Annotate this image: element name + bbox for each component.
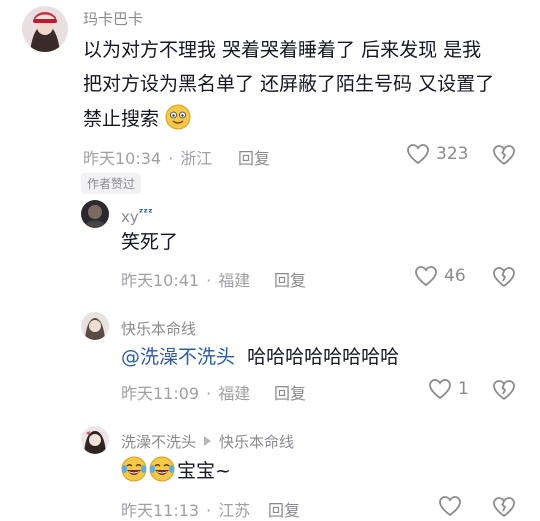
heart-icon bbox=[439, 496, 461, 517]
comment-text-body: 宝宝~ bbox=[177, 460, 231, 482]
timestamp: 昨天10:41 bbox=[121, 271, 200, 290]
timestamp: 昨天10:34 bbox=[83, 149, 162, 168]
meta-dot: · bbox=[168, 149, 174, 168]
like-button[interactable]: 46 bbox=[414, 265, 466, 287]
comment-text-line-3: 禁止搜索 bbox=[83, 104, 523, 133]
sweat-smile-emoji-icon bbox=[165, 104, 191, 130]
location: 福建 bbox=[218, 271, 251, 290]
dislike-broken-heart-icon[interactable] bbox=[492, 378, 516, 402]
like-button[interactable]: 323 bbox=[406, 143, 468, 165]
avatar[interactable] bbox=[81, 312, 109, 340]
heart-icon bbox=[415, 266, 437, 287]
comment-meta: 昨天11:13 · 江苏 bbox=[121, 497, 250, 521]
comment-text-body: 哈哈哈哈哈哈哈哈 bbox=[247, 346, 400, 368]
comment-meta: 昨天10:34 · 浙江 bbox=[83, 145, 212, 169]
like-count: 46 bbox=[444, 266, 466, 286]
heart-icon bbox=[407, 144, 429, 165]
timestamp: 昨天11:09 bbox=[121, 384, 200, 403]
location: 江苏 bbox=[218, 501, 251, 520]
comment-meta: 昨天11:09 · 福建 bbox=[121, 380, 250, 404]
dislike-broken-heart-icon[interactable] bbox=[492, 143, 516, 167]
comment-text: 笑死了 bbox=[121, 231, 179, 253]
like-count: 323 bbox=[436, 144, 469, 164]
dislike-broken-heart-icon[interactable] bbox=[492, 495, 516, 519]
avatar[interactable] bbox=[81, 426, 109, 454]
comment-meta: 昨天10:41 · 福建 bbox=[121, 267, 250, 291]
comment-text-line: 禁止搜索 bbox=[83, 108, 160, 130]
meta-dot: · bbox=[206, 501, 212, 520]
location: 福建 bbox=[218, 384, 251, 403]
reply-to-username[interactable]: 快乐本命线 bbox=[219, 433, 294, 451]
username[interactable]: 玛卡巴卡 bbox=[83, 8, 143, 29]
comment-text: 宝宝~ bbox=[121, 456, 231, 485]
username[interactable]: xyᶻᶻᶻ bbox=[121, 206, 153, 226]
heart-icon bbox=[429, 379, 451, 400]
comment-text-line: 把对方设为黑名单了 还屏蔽了陌生号码 又设置了 bbox=[83, 73, 495, 95]
dislike-broken-heart-icon[interactable] bbox=[492, 265, 516, 289]
avatar[interactable] bbox=[22, 6, 68, 52]
reply-arrow-icon bbox=[204, 436, 212, 446]
reply-button[interactable]: 回复 bbox=[268, 497, 300, 521]
comment-text-line: 以为对方不理我 哭着哭着睡着了 后来发现 是我 bbox=[83, 39, 482, 61]
username[interactable]: 洗澡不洗头 快乐本命线 bbox=[121, 431, 294, 452]
reply-button[interactable]: 回复 bbox=[274, 380, 306, 404]
username-text: xy bbox=[121, 208, 139, 226]
comment-text: @洗澡不洗头 哈哈哈哈哈哈哈哈 bbox=[121, 343, 399, 371]
reply-button[interactable]: 回复 bbox=[238, 145, 270, 169]
timestamp: 昨天11:13 bbox=[121, 501, 200, 520]
author-liked-badge: 作者赞过 bbox=[81, 173, 142, 194]
location: 浙江 bbox=[180, 149, 213, 168]
like-button[interactable] bbox=[438, 495, 462, 517]
reply-button[interactable]: 回复 bbox=[274, 267, 306, 291]
like-count: 1 bbox=[458, 379, 469, 399]
meta-dot: · bbox=[206, 384, 212, 403]
tears-of-joy-emoji-icon bbox=[149, 456, 175, 482]
sleep-zzz-icon: ᶻᶻᶻ bbox=[138, 206, 153, 219]
like-button[interactable]: 1 bbox=[428, 378, 469, 400]
meta-dot: · bbox=[206, 271, 212, 290]
username[interactable]: 快乐本命线 bbox=[121, 318, 196, 339]
username-text: 洗澡不洗头 bbox=[121, 433, 197, 451]
avatar[interactable] bbox=[81, 200, 109, 228]
mention-link[interactable]: @洗澡不洗头 bbox=[121, 346, 235, 368]
comment-text: 以为对方不理我 哭着哭着睡着了 后来发现 是我 把对方设为黑名单了 还屏蔽了陌生… bbox=[83, 36, 523, 133]
tears-of-joy-emoji-icon bbox=[121, 456, 147, 482]
